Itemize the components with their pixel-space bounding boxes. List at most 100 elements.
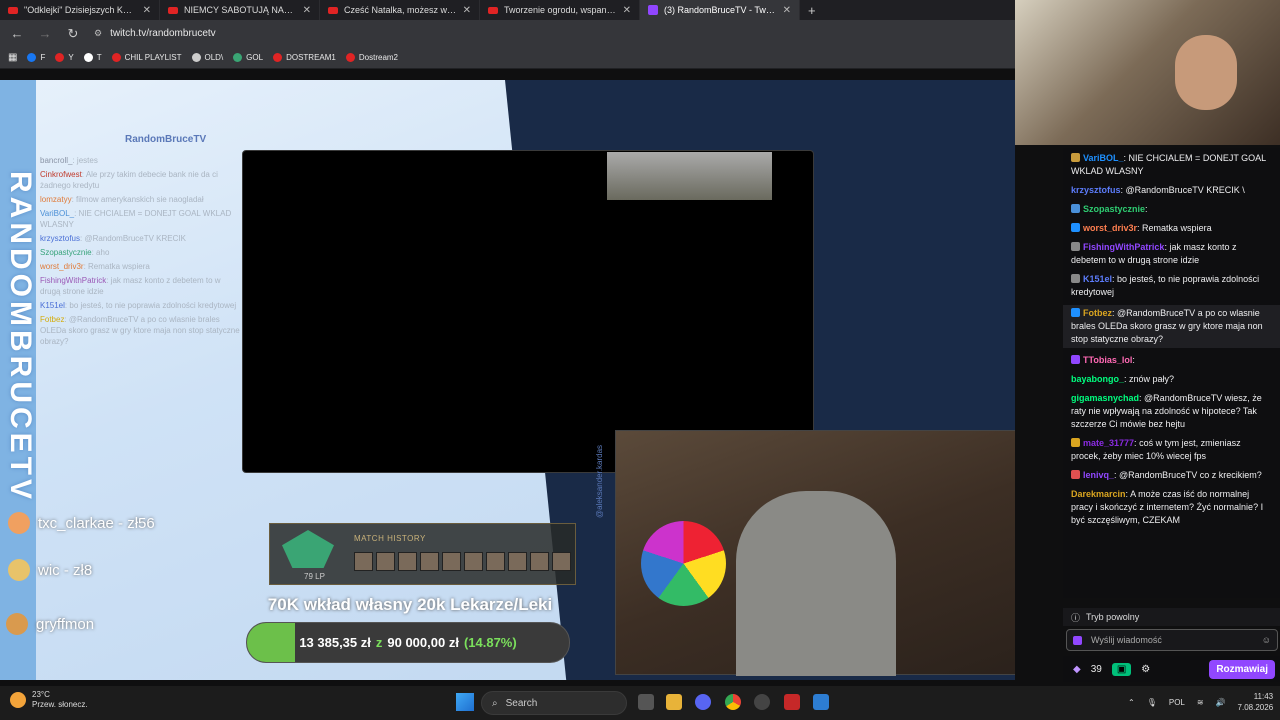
apps-icon[interactable]: ▦: [8, 52, 17, 63]
close-tab-icon[interactable]: ✕: [623, 5, 631, 16]
file-explorer-icon[interactable]: [666, 694, 682, 710]
close-tab-icon[interactable]: ✕: [143, 5, 151, 16]
champion-icon: [376, 552, 395, 571]
sun-icon: [10, 692, 26, 708]
overlay-chat-user: Szopastycznie: [40, 248, 92, 257]
chat-message[interactable]: lenivq_: @RandomBruceTV co z krecikiem?: [1071, 469, 1272, 482]
close-tab-icon[interactable]: ✕: [783, 5, 791, 16]
chat-username[interactable]: gigamasnychad: [1071, 393, 1139, 403]
goal-percent: (14.87%): [463, 635, 517, 650]
chat-message[interactable]: Fotbez: @RandomBruceTV a po co wlasnie b…: [1063, 305, 1280, 348]
chat-message[interactable]: Szopastycznie:: [1071, 203, 1272, 216]
chat-input[interactable]: Wyślij wiadomość ☺: [1066, 629, 1278, 651]
task-view-icon[interactable]: [638, 694, 654, 710]
site-info-icon[interactable]: ⚙: [94, 28, 102, 39]
bookmark-label: F: [40, 53, 46, 62]
overlay-chat-message: Fotbez: @RandomBruceTV a po co wlasnie b…: [40, 315, 240, 346]
chat-username[interactable]: krzysztofus: [1071, 185, 1121, 195]
chat-message[interactable]: Darekmarcin: A może czas iść do normalne…: [1071, 488, 1272, 527]
chat-username[interactable]: K151el: [1083, 274, 1112, 284]
overlay-chat-text: Rematka wspiera: [88, 262, 150, 271]
chat-username[interactable]: TTobias_lol: [1083, 355, 1132, 365]
chat-message[interactable]: krzysztofus: @RandomBruceTV KRECIK \: [1071, 184, 1272, 197]
chat-message[interactable]: FishingWithPatrick: jak masz konto z deb…: [1071, 241, 1272, 267]
chat-username[interactable]: Fotbez: [1083, 308, 1112, 318]
overlay-chat-text: @RandomBruceTV a po co wlasnie brales OL…: [40, 315, 240, 346]
champion-icon: [464, 552, 483, 571]
url-field[interactable]: ⚙ twitch.tv/randombrucetv: [94, 28, 216, 39]
bookmark-item[interactable]: Y: [55, 53, 74, 62]
champion-icon: [486, 552, 505, 571]
app-icon[interactable]: [754, 694, 770, 710]
back-icon[interactable]: ←: [10, 26, 24, 41]
chat-message[interactable]: worst_driv3r: Rematka wspiera: [1071, 222, 1272, 235]
system-tray: ⌃ 🎙 POL ≋ 🔊 11:43 7.08.2026: [1128, 691, 1273, 713]
chat-username[interactable]: Szopastycznie: [1083, 204, 1145, 214]
overlay-chat-user: K151el: [40, 301, 65, 310]
chat-username[interactable]: bayabongo_: [1071, 374, 1124, 384]
chat-username[interactable]: worst_driv3r: [1083, 223, 1137, 233]
bookmark-item[interactable]: Dostream2: [345, 53, 398, 62]
chat-username[interactable]: lenivq_: [1083, 470, 1114, 480]
language-indicator[interactable]: POL: [1169, 698, 1185, 707]
rank-lp: 79 LP: [304, 572, 325, 581]
chat-username[interactable]: mate_31777: [1083, 438, 1134, 448]
chat-username[interactable]: VariBOL_: [1083, 153, 1124, 163]
chat-message[interactable]: bayabongo_: znów pały?: [1071, 373, 1272, 386]
gift-icon[interactable]: ▣: [1111, 662, 1132, 676]
browser-tab[interactable]: NIEMCY SABOTUJĄ NASZE ZŁO ✕: [160, 0, 320, 20]
chat-username[interactable]: FishingWithPatrick: [1083, 242, 1164, 252]
browser-tab[interactable]: (3) RandomBruceTV - Twitch ✕: [640, 0, 800, 20]
browser-tab[interactable]: Tworzenie ogrodu, wspaniałe k ✕: [480, 0, 640, 20]
close-tab-icon[interactable]: ✕: [303, 5, 311, 16]
stream-player[interactable]: RANDOMBRUCETV RandomBruceTV bancroll_: j…: [0, 80, 1015, 680]
clock[interactable]: 11:43 7.08.2026: [1238, 691, 1274, 713]
donor-text: txc_clarkae - zł56: [38, 514, 155, 532]
chat-message[interactable]: mate_31777: coś w tym jest, zmieniasz pr…: [1071, 437, 1272, 463]
windows-start-icon[interactable]: [456, 693, 474, 711]
mic-icon[interactable]: 🎙: [1147, 698, 1157, 707]
overlay-chat-user: worst_driv3r: [40, 262, 84, 271]
bookmark-item[interactable]: GOL: [233, 53, 263, 62]
discord-icon[interactable]: [695, 694, 711, 710]
bookmarks-bar: ▦ F Y T CHIL PLAYLIST OLD\ GOL DOSTREAM1 Dostre…: [0, 47, 1015, 69]
chrome-icon[interactable]: [725, 694, 741, 710]
bookmark-item[interactable]: CHIL PLAYLIST: [111, 53, 182, 62]
taskbar-search[interactable]: ⌕ Search: [481, 691, 627, 715]
chat-badge-icon: [1071, 153, 1080, 162]
new-tab-icon[interactable]: +: [808, 3, 816, 18]
bookmark-item[interactable]: F: [27, 53, 45, 62]
app-red-icon[interactable]: [784, 694, 800, 710]
bookmark-item[interactable]: T: [83, 53, 102, 62]
chat-send-button[interactable]: Rozmawiaj: [1209, 659, 1275, 679]
weather-widget[interactable]: 23°C Przew. słonecz.: [10, 690, 88, 710]
overlay-chat-text: bo jesteś, to nie poprawia zdolności kre…: [69, 301, 237, 310]
donor-avatar: [6, 613, 28, 635]
browser-tab[interactable]: "Odklejki" Dzisiejszych Kobiet # ✕: [0, 0, 160, 20]
volume-icon[interactable]: 🔊: [1216, 698, 1226, 707]
chat-message[interactable]: K151el: bo jesteś, to nie poprawia zdoln…: [1071, 273, 1272, 299]
forward-icon[interactable]: →: [38, 26, 52, 41]
chat-message[interactable]: TTobias_lol:: [1071, 354, 1272, 367]
chat-message[interactable]: gigamasnychad: @RandomBruceTV wiesz, że …: [1071, 392, 1272, 431]
emote-icon[interactable]: ☺: [1262, 635, 1271, 645]
reload-icon[interactable]: ↻: [66, 26, 80, 42]
close-tab-icon[interactable]: ✕: [463, 5, 471, 16]
wifi-icon[interactable]: ≋: [1197, 698, 1204, 707]
chevron-up-icon[interactable]: ⌃: [1128, 698, 1135, 707]
channel-points-icon[interactable]: ◆: [1073, 664, 1081, 675]
bookmark-item[interactable]: DOSTREAM1: [273, 53, 336, 62]
overlay-channel-name: RandomBruceTV: [125, 134, 207, 145]
tab-title: Cześć Natalka, możesz wyjść -: [344, 5, 457, 15]
streamer-figure: [736, 491, 896, 676]
settings-icon[interactable]: ⚙: [1141, 664, 1150, 675]
app-blue-icon[interactable]: [813, 694, 829, 710]
streamer-camera: [615, 430, 1015, 676]
chat-username[interactable]: Darekmarcin: [1071, 489, 1126, 499]
chat-message[interactable]: VariBOL_: NIE CHCIALEM = DONEJT GOAL WKL…: [1071, 152, 1272, 178]
bookmark-item[interactable]: OLD\: [191, 53, 223, 62]
chat-badge-icon[interactable]: [1073, 635, 1082, 645]
chat-badge-icon: [1071, 438, 1080, 447]
browser-tab[interactable]: Cześć Natalka, możesz wyjść - ✕: [320, 0, 480, 20]
match-history-label: MATCH HISTORY: [354, 534, 426, 543]
